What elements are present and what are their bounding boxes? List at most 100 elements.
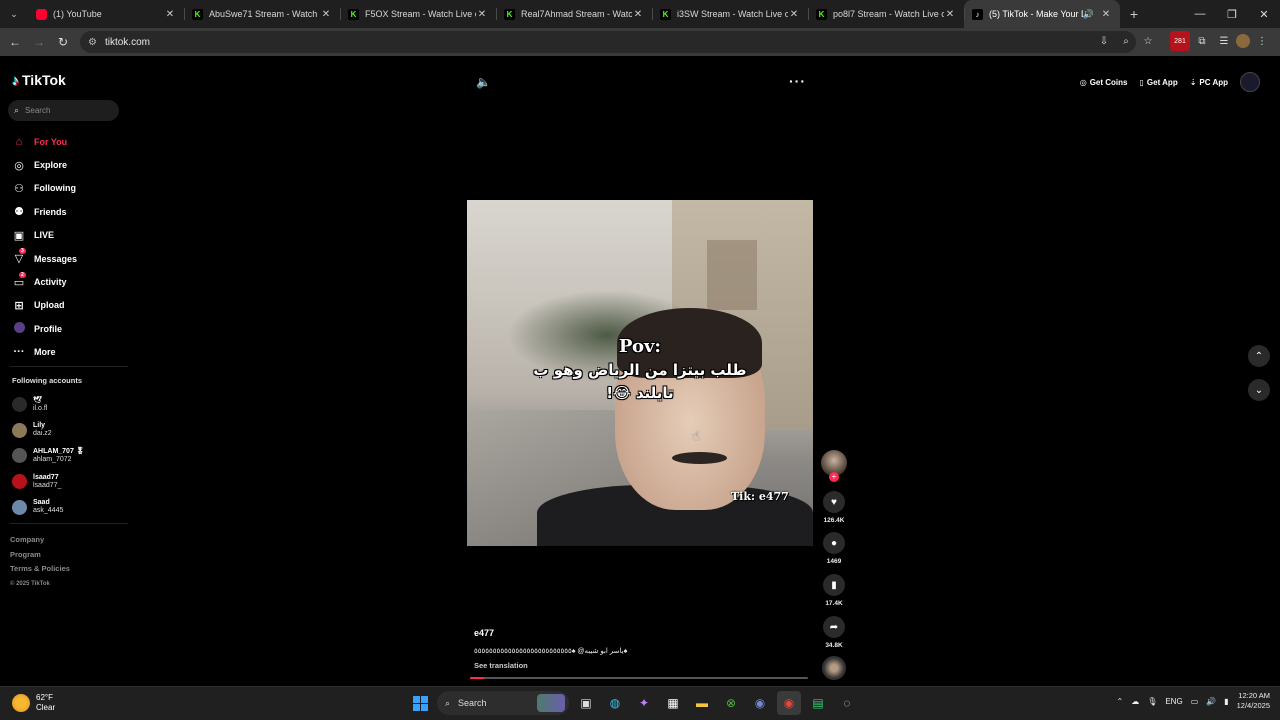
tab-youtube[interactable]: (1) YouTube ✕ — [28, 0, 184, 28]
tab-f5ox[interactable]: K F5OX Stream - Watch Live on K ✕ — [340, 0, 496, 28]
nav-activity[interactable]: ▭ 2 Activity — [12, 270, 77, 293]
video-progress-bar[interactable] — [470, 677, 808, 679]
volume-icon[interactable]: 🔈 — [476, 75, 491, 89]
microphone-icon[interactable]: 🎙 — [1147, 697, 1157, 706]
following-account[interactable]: lsaad77 lsaad77_ — [12, 469, 85, 495]
nav-label: Profile — [34, 323, 63, 334]
tiktok-logo[interactable]: ♪ TikTok — [12, 72, 66, 88]
tab-abuswe71[interactable]: K AbuSwe71 Stream - Watch Live ✕ — [184, 0, 340, 28]
following-account[interactable]: Saad ask_4445 — [12, 494, 85, 520]
more-options-icon[interactable]: ··· — [789, 73, 806, 89]
discord-icon[interactable]: ◉ — [748, 691, 772, 715]
weather-widget[interactable]: 62°F Clear — [12, 693, 55, 713]
close-icon[interactable]: ✕ — [164, 9, 176, 20]
tab-po8l7[interactable]: K po8l7 Stream - Watch Live on K ✕ — [808, 0, 964, 28]
copilot-icon[interactable]: ✦ — [632, 691, 656, 715]
chevron-down-icon[interactable]: ⌄ — [1248, 379, 1270, 401]
bookmark-star-icon[interactable]: ☆ — [1138, 31, 1158, 51]
following-account[interactable]: 🕊 il.o.fl — [12, 392, 85, 418]
footer-link[interactable]: Company — [10, 533, 70, 548]
volume-icon[interactable]: 🔊 — [1206, 697, 1216, 706]
back-icon[interactable]: ← — [3, 30, 27, 54]
minimize-icon[interactable]: — — [1184, 0, 1216, 28]
friends-icon: ⚉ — [14, 206, 24, 219]
clock[interactable]: 12:20 AM 12/4/2025 — [1237, 691, 1270, 711]
nav-friends[interactable]: ⚉ Friends — [12, 200, 77, 223]
extensions-icon[interactable]: ⧉ — [1192, 31, 1212, 51]
see-translation-link[interactable]: See translation — [474, 661, 528, 670]
video-author[interactable]: e477 — [474, 628, 494, 638]
save-button[interactable]: ▮ 17.4K — [820, 574, 848, 607]
install-icon[interactable]: ⇩ — [1094, 31, 1114, 51]
pc-app-button[interactable]: ⇣ PC App — [1190, 78, 1228, 87]
nav-upload[interactable]: ⊞ Upload — [12, 294, 77, 317]
zoom-icon[interactable]: ⌕ — [1116, 31, 1136, 51]
close-icon[interactable]: ✕ — [1100, 9, 1112, 20]
network-icon[interactable]: ▭ — [1191, 697, 1199, 706]
task-view-icon[interactable]: ▣ — [574, 691, 598, 715]
nav-live[interactable]: ▣ LIVE — [12, 224, 77, 247]
nav-explore[interactable]: ◎ Explore — [12, 153, 77, 176]
chevron-up-icon[interactable]: ⌃ — [1248, 345, 1270, 367]
forward-icon[interactable]: → — [27, 30, 51, 54]
battery-icon[interactable]: ▮ — [1224, 697, 1228, 706]
follow-plus-icon[interactable]: + — [829, 472, 839, 482]
account-name: Lily — [33, 422, 46, 430]
get-app-button[interactable]: ▯ Get App — [1139, 78, 1177, 87]
tab-i3sw[interactable]: K i3SW Stream - Watch Live on K ✕ — [652, 0, 808, 28]
file-explorer-icon[interactable]: ▬ — [690, 691, 714, 715]
nav-profile[interactable]: Profile — [12, 317, 77, 340]
close-icon[interactable]: ✕ — [476, 9, 488, 20]
windows-start-icon[interactable] — [408, 691, 432, 715]
cloud-icon[interactable]: ☁ — [1131, 697, 1139, 706]
account-name: lsaad77 — [33, 473, 59, 481]
restore-icon[interactable]: ❐ — [1216, 0, 1248, 28]
close-icon[interactable]: ✕ — [788, 9, 800, 20]
user-avatar[interactable] — [1240, 72, 1260, 92]
steam-icon[interactable]: ◌ — [835, 691, 859, 715]
tab-search-icon[interactable]: ☰ — [1214, 31, 1234, 51]
new-tab-button[interactable]: + — [1120, 6, 1148, 22]
music-disc-button[interactable] — [820, 656, 848, 680]
tab-real7ahmad[interactable]: K Real7Ahmad Stream - Watch Li ✕ — [496, 0, 652, 28]
get-coins-button[interactable]: ◎ Get Coins — [1080, 78, 1128, 87]
weather-temp: 62°F — [36, 693, 53, 702]
tray-chevron-icon[interactable]: ⌃ — [1116, 697, 1123, 706]
taskbar-search[interactable]: ⌕ Search — [437, 691, 569, 715]
share-button[interactable]: ➦ 34.8K — [820, 616, 848, 649]
extension-badge[interactable]: 281 — [1170, 31, 1190, 51]
comment-button[interactable]: ● 1469 — [820, 532, 848, 565]
tab-tiktok[interactable]: ♪ (5) TikTok - Make Your Day 🔊 ✕ — [964, 0, 1120, 28]
xbox-icon[interactable]: ⊗ — [719, 691, 743, 715]
nav-for-you[interactable]: ⌂ For You — [12, 130, 77, 153]
chrome-menu-icon[interactable]: ⋮ — [1252, 31, 1272, 51]
nav-messages[interactable]: ▽ 3 Messages — [12, 247, 77, 270]
footer-link[interactable]: Terms & Policies — [10, 562, 70, 577]
close-icon[interactable]: ✕ — [632, 9, 644, 20]
site-info-icon[interactable]: ⚙ — [88, 37, 97, 48]
footer-link[interactable]: Program — [10, 548, 70, 563]
search-input[interactable]: ⌕ Search — [8, 100, 119, 121]
language-indicator[interactable]: ENG — [1165, 697, 1182, 706]
following-account[interactable]: AHLAM_707 🎖 ahlam_7072 — [12, 443, 85, 469]
nav-more[interactable]: ··· More — [12, 341, 77, 364]
app-icon[interactable]: ▤ — [806, 691, 830, 715]
edge-icon[interactable]: ◍ — [603, 691, 627, 715]
close-icon[interactable]: ✕ — [944, 9, 956, 20]
reload-icon[interactable]: ↻ — [51, 30, 75, 54]
chrome-icon[interactable]: ◉ — [777, 691, 801, 715]
omnibox[interactable]: ⚙ tiktok.com — [80, 31, 1136, 53]
speaker-icon[interactable]: 🔊 — [1083, 9, 1094, 20]
nav-following[interactable]: ⚇ Following — [12, 177, 77, 200]
creator-avatar-button[interactable]: + — [820, 450, 848, 482]
profile-avatar[interactable] — [1236, 34, 1250, 48]
following-account[interactable]: Lily dai.z2 — [12, 418, 85, 444]
video-player[interactable]: Pov: طلب بيتزا من الرياض وهو ب تايلند 😂!… — [467, 200, 813, 546]
store-icon[interactable]: ▦ — [661, 691, 685, 715]
close-window-icon[interactable]: ✕ — [1248, 0, 1280, 28]
sidebar-divider — [10, 523, 128, 524]
close-icon[interactable]: ✕ — [320, 9, 332, 20]
tab-search-icon[interactable]: ⌄ — [0, 0, 28, 28]
like-button[interactable]: ♥ 126.4K — [820, 491, 848, 524]
like-count: 126.4K — [823, 517, 845, 524]
